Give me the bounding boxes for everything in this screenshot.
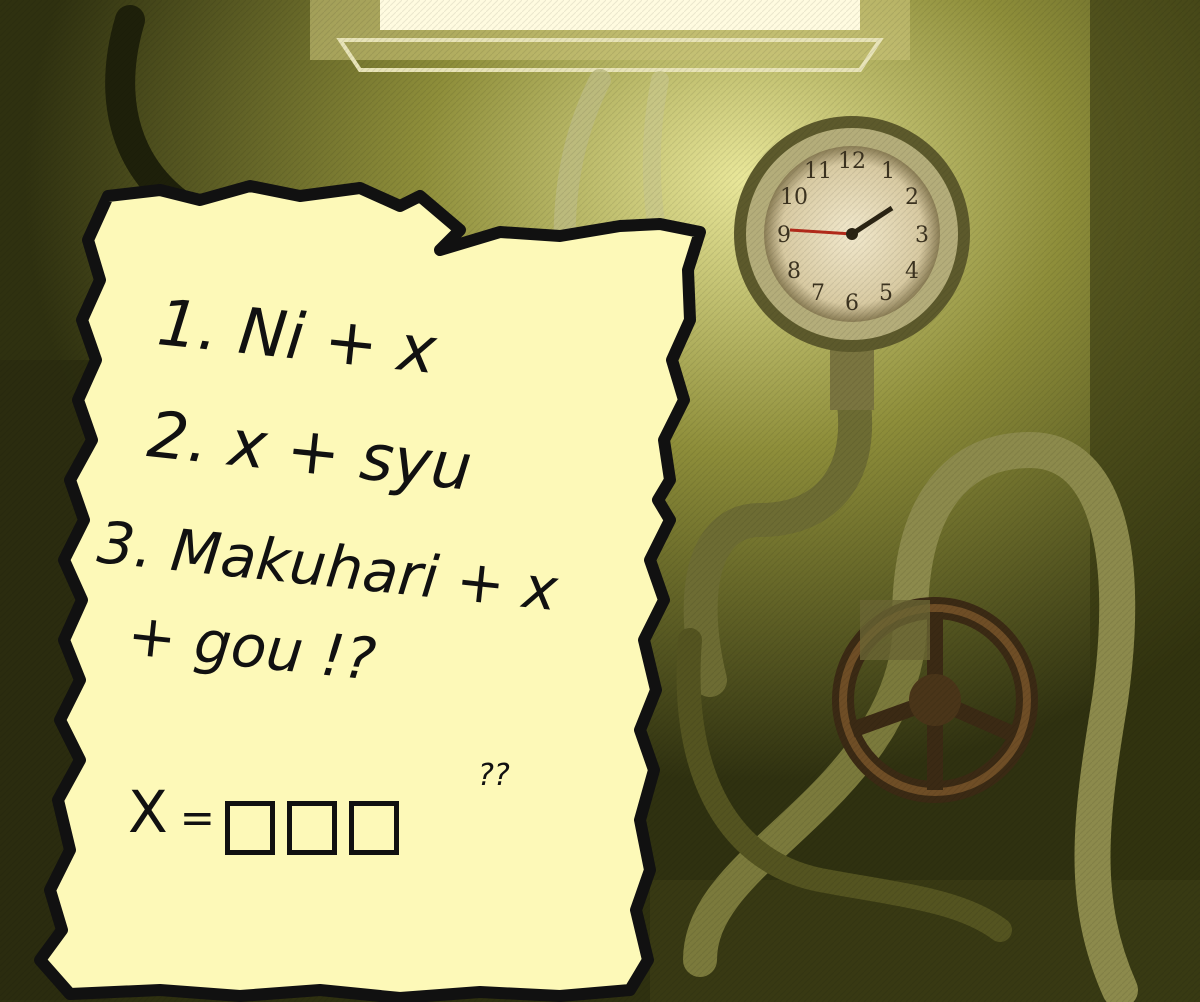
answer-hint: ?? bbox=[478, 758, 510, 793]
answer-slot-1[interactable] bbox=[224, 800, 275, 855]
answer-row: X = bbox=[128, 778, 411, 855]
puzzle-scene: 12 1 2 3 4 5 6 7 8 9 10 11 bbox=[0, 0, 1200, 1002]
answer-label: X bbox=[128, 778, 168, 846]
answer-slots[interactable] bbox=[224, 800, 411, 855]
answer-slot-2[interactable] bbox=[286, 800, 337, 855]
equals-sign: = bbox=[179, 793, 215, 842]
answer-slot-3[interactable] bbox=[348, 800, 399, 855]
